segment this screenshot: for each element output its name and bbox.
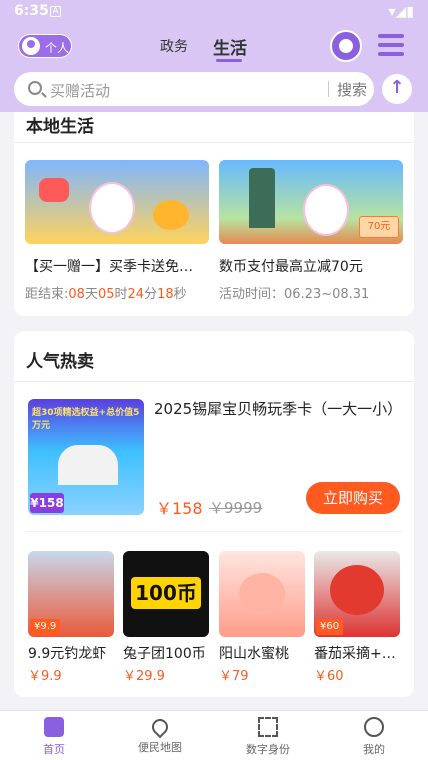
personal-button[interactable]: 个人 (18, 34, 72, 58)
product-name: 番茄采摘+… (314, 646, 396, 662)
product-image-text: 100币 (131, 577, 201, 609)
product-name: 阳山水蜜桃 (219, 646, 289, 662)
map-pin-icon (148, 715, 172, 739)
divider (26, 531, 402, 532)
coin-illustration (153, 200, 189, 230)
peach-illustration (239, 573, 285, 615)
countdown-hours: 05 (97, 287, 115, 302)
product-price: ￥29.9 (123, 669, 165, 684)
search-divider (328, 81, 329, 97)
activity-title-1[interactable]: 【买一赠一】买季卡送免… (25, 256, 209, 276)
search-button[interactable]: 搜索 (334, 79, 370, 100)
product-name: 9.9元钓龙虾 (28, 646, 107, 662)
buy-now-button[interactable]: 立即购买 (306, 482, 400, 514)
qr-scan-icon (258, 717, 278, 737)
user-icon (22, 37, 40, 55)
nav-label: 我的 (363, 743, 385, 756)
crowd-illustration (58, 445, 118, 485)
signal-battery-icon: ▾◢▮ (388, 4, 415, 20)
top-header: 个人 政务 生活 (0, 28, 428, 66)
divider (14, 142, 414, 143)
countdown-unit: 天 (84, 287, 98, 302)
nav-label: 首页 (43, 743, 65, 756)
divider (14, 381, 414, 382)
scroll-top-button[interactable] (382, 74, 412, 104)
notification-icon: A (50, 6, 61, 17)
product-card[interactable]: 阳山水蜜桃 ￥79 (219, 551, 305, 684)
product-card[interactable]: ¥9.9 9.9元钓龙虾 ￥9.9 (28, 551, 114, 684)
product-price: ￥79 (219, 669, 249, 684)
search-bar[interactable]: 买赠活动 搜索 (14, 72, 374, 106)
featured-image-header: 超30项精选权益+总价值5万元 (32, 408, 140, 431)
nav-digital-id[interactable]: 数字身份 (228, 717, 308, 757)
status-bar: 6:35 A ▾◢▮ (0, 0, 428, 24)
nav-home[interactable]: 首页 (14, 717, 94, 757)
smile-icon (364, 717, 384, 737)
countdown-days: 08 (68, 287, 85, 302)
activity-title-2[interactable]: 数币支付最高立减70元 (219, 256, 403, 276)
countdown-unit: 秒 (173, 287, 187, 302)
nav-label: 便民地图 (138, 741, 182, 754)
product-price: ￥9.9 (28, 669, 62, 684)
search-icon (28, 81, 42, 95)
search-input[interactable]: 买赠活动 (50, 80, 110, 101)
nav-label: 数字身份 (246, 743, 290, 756)
product-image-coins: 100币 (123, 551, 209, 637)
activity-banner-1[interactable] (25, 160, 209, 244)
banner-decoration (39, 178, 69, 202)
product-badge: ¥60 (316, 619, 344, 635)
banner-coupon-tag: 70元 (359, 216, 399, 238)
home-icon (44, 717, 64, 737)
mascot-illustration (89, 182, 135, 234)
nav-map[interactable]: 便民地图 (120, 715, 200, 755)
tomato-illustration (330, 565, 384, 615)
nav-mine[interactable]: 我的 (334, 717, 414, 757)
status-time: 6:35 (14, 3, 49, 19)
product-image-tomato: ¥60 (314, 551, 400, 637)
product-image-crayfish: ¥9.9 (28, 551, 114, 637)
tower-illustration (249, 168, 275, 228)
featured-product-image[interactable]: 超30项精选权益+总价值5万元 ¥158 (28, 399, 144, 515)
product-image-peach (219, 551, 305, 637)
countdown-label: 距结束: (25, 287, 69, 302)
featured-product-name[interactable]: 2025锡犀宝贝畅玩季卡（一大一小） (154, 397, 402, 421)
product-name: 兔子团100币 (123, 646, 206, 662)
local-life-section: 本地生活 70元 【买一赠一】买季卡送免… 距结束:08天05时24分18秒 数… (14, 112, 414, 316)
countdown-minutes: 24 (127, 287, 145, 302)
section-title-local-life: 本地生活 (26, 117, 94, 137)
hot-sale-section: 人气热卖 超30项精选权益+总价值5万元 ¥158 2025锡犀宝贝畅玩季卡（一… (14, 331, 414, 697)
tab-government[interactable]: 政务 (160, 36, 188, 56)
mascot-avatar[interactable] (330, 30, 362, 62)
product-price: ￥60 (314, 669, 344, 684)
activity-banner-2[interactable]: 70元 (219, 160, 403, 244)
countdown-unit: 分 (144, 287, 158, 302)
personal-label: 个人 (45, 41, 70, 55)
product-card[interactable]: 100币 兔子团100币 ￥29.9 (123, 551, 209, 684)
section-title-hot-sale: 人气热卖 (26, 352, 94, 372)
menu-icon[interactable] (378, 34, 404, 56)
featured-price: ￥158 (156, 499, 203, 518)
activity-countdown: 距结束:08天05时24分18秒 (25, 283, 187, 302)
bottom-navigation: 首页 便民地图 数字身份 我的 (0, 710, 428, 760)
featured-image-price: ¥158 (30, 493, 64, 513)
mascot-illustration (303, 184, 349, 236)
countdown-seconds: 18 (157, 287, 174, 302)
product-card[interactable]: ¥60 番茄采摘+… ￥60 (314, 551, 400, 684)
activity-time: 活动时间：06.23~08.31 (219, 287, 370, 302)
product-badge: ¥9.9 (30, 619, 61, 635)
tab-life[interactable]: 生活 (213, 34, 247, 62)
featured-original-price: ￥9999 (209, 499, 263, 517)
countdown-unit: 时 (114, 287, 128, 302)
